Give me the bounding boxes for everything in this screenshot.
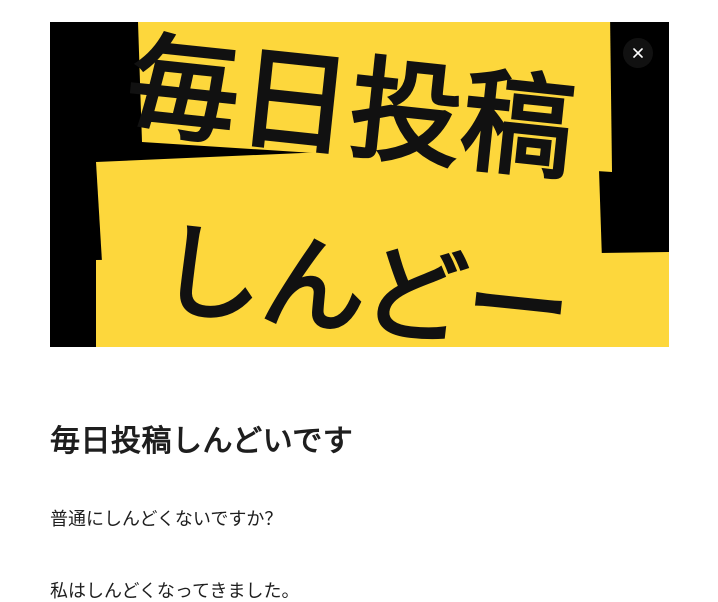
- article-page: 毎日投稿 しんどー 毎日投稿しんどいです 普通にしんどくないですか？ 私はしんど…: [0, 0, 718, 602]
- header-image: 毎日投稿 しんどー: [50, 22, 669, 347]
- close-button[interactable]: [623, 38, 653, 68]
- header-illustration: 毎日投稿 しんどー: [50, 22, 669, 347]
- article-title: 毎日投稿しんどいです: [50, 424, 354, 459]
- close-icon: [633, 48, 643, 58]
- article-paragraph: 私はしんどくなってきました。: [50, 581, 300, 602]
- article-paragraph: 普通にしんどくないですか？: [50, 509, 283, 530]
